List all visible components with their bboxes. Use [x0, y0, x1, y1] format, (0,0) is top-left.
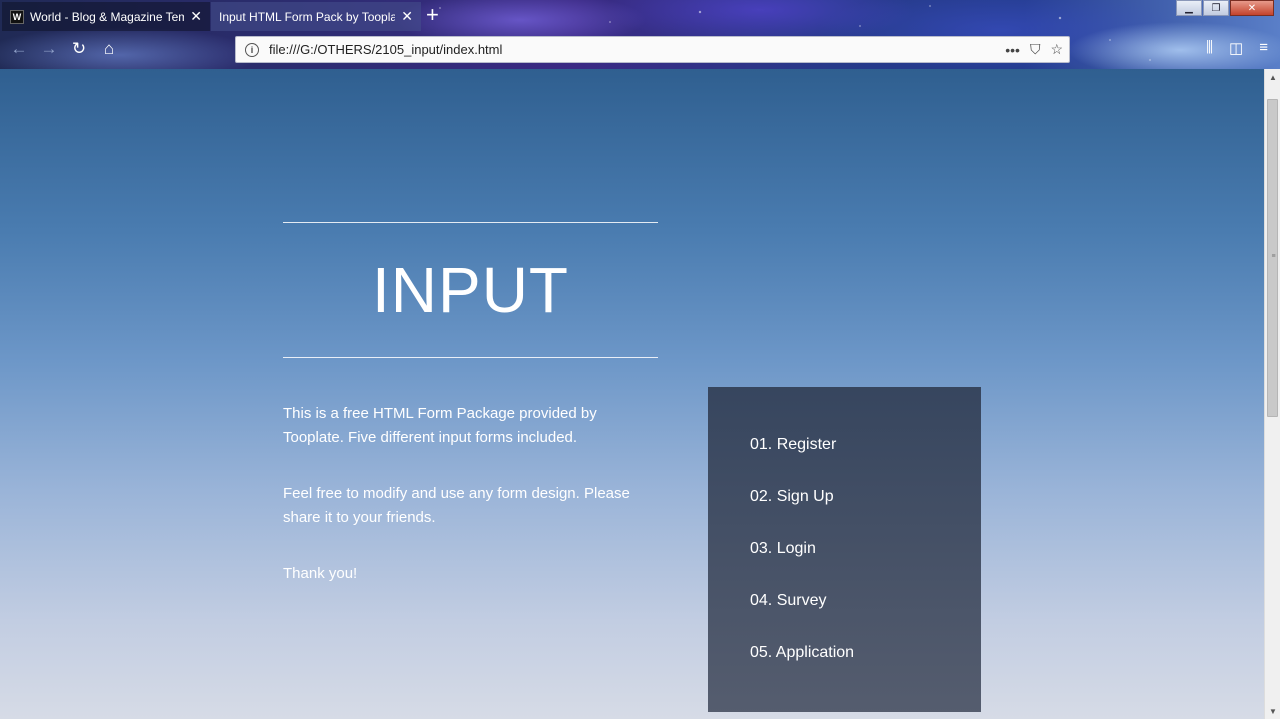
browser-chrome: W World - Blog & Magazine Temp ✕ Input H… [0, 0, 1280, 69]
intro-paragraph: This is a free HTML Form Package provide… [283, 405, 597, 446]
library-icon[interactable]: ⫼ [1206, 39, 1213, 57]
minimize-icon[interactable]: ▁ [1176, 0, 1202, 16]
reload-icon[interactable]: ↻ [68, 38, 90, 60]
vertical-scrollbar[interactable]: ▲ ≡ ▼ [1264, 69, 1280, 719]
menu-item-sign-up[interactable]: 02. Sign Up [750, 487, 834, 507]
info-icon[interactable]: i [245, 42, 259, 57]
menu-item-register[interactable]: 01. Register [750, 435, 836, 455]
intro-text: This is a free HTML Form Package provide… [283, 402, 658, 618]
menu-item-login[interactable]: 03. Login [750, 539, 816, 559]
intro-paragraph: Feel free to modify and use any form des… [283, 485, 630, 526]
close-tab-icon[interactable]: ✕ [401, 8, 413, 25]
scroll-up-icon[interactable]: ▲ [1265, 69, 1280, 85]
close-window-icon[interactable]: ✕ [1230, 0, 1274, 16]
hamburger-icon[interactable]: ≡ [1259, 39, 1268, 57]
new-tab-icon[interactable]: + [426, 4, 439, 26]
page-viewport: INPUT This is a free HTML Form Package p… [0, 69, 1264, 719]
tab-world-blog[interactable]: W World - Blog & Magazine Temp ✕ [2, 2, 210, 31]
title-rule-top [283, 222, 658, 223]
home-icon[interactable]: ⌂ [98, 38, 120, 60]
back-arrow-icon[interactable]: ← [8, 38, 30, 60]
tab-title: World - Blog & Magazine Temp [30, 9, 185, 24]
more-icon[interactable]: ••• [1005, 42, 1020, 58]
window-controls: ▁ ❐ ✕ [1175, 0, 1274, 16]
tab-title: Input HTML Form Pack by Tooplate [219, 9, 396, 24]
world-favicon: W [10, 9, 24, 24]
page-title: INPUT [372, 254, 569, 326]
restore-icon[interactable]: ❐ [1203, 0, 1229, 16]
close-tab-icon[interactable]: ✕ [190, 8, 202, 25]
star-icon[interactable]: ☆ [1050, 41, 1063, 58]
menu-item-survey[interactable]: 04. Survey [750, 591, 826, 611]
scroll-thumb[interactable]: ≡ [1267, 99, 1278, 417]
sidebar-icon[interactable]: ◫ [1229, 39, 1243, 57]
thank-you-text: Thank you! [283, 565, 358, 582]
menu-item-application[interactable]: 05. Application [750, 643, 854, 663]
url-text[interactable]: file:///G:/OTHERS/2105_input/index.html [269, 42, 995, 57]
scroll-down-icon[interactable]: ▼ [1265, 703, 1280, 719]
grip-icon: ≡ [1271, 253, 1276, 260]
url-actions: ••• ⛉ ☆ [995, 41, 1063, 58]
form-menu: 01. Register 02. Sign Up 03. Login 04. S… [708, 387, 981, 712]
title-rule-bottom [283, 357, 658, 358]
tab-input-form-pack[interactable]: Input HTML Form Pack by Tooplate ✕ [211, 2, 421, 31]
forward-arrow-icon[interactable]: → [38, 38, 60, 60]
address-bar[interactable]: i file:///G:/OTHERS/2105_input/index.htm… [235, 36, 1070, 63]
pocket-icon[interactable]: ⛉ [1030, 41, 1041, 58]
toolbar-right: ⫼ ◫ ≡ [1190, 39, 1268, 57]
